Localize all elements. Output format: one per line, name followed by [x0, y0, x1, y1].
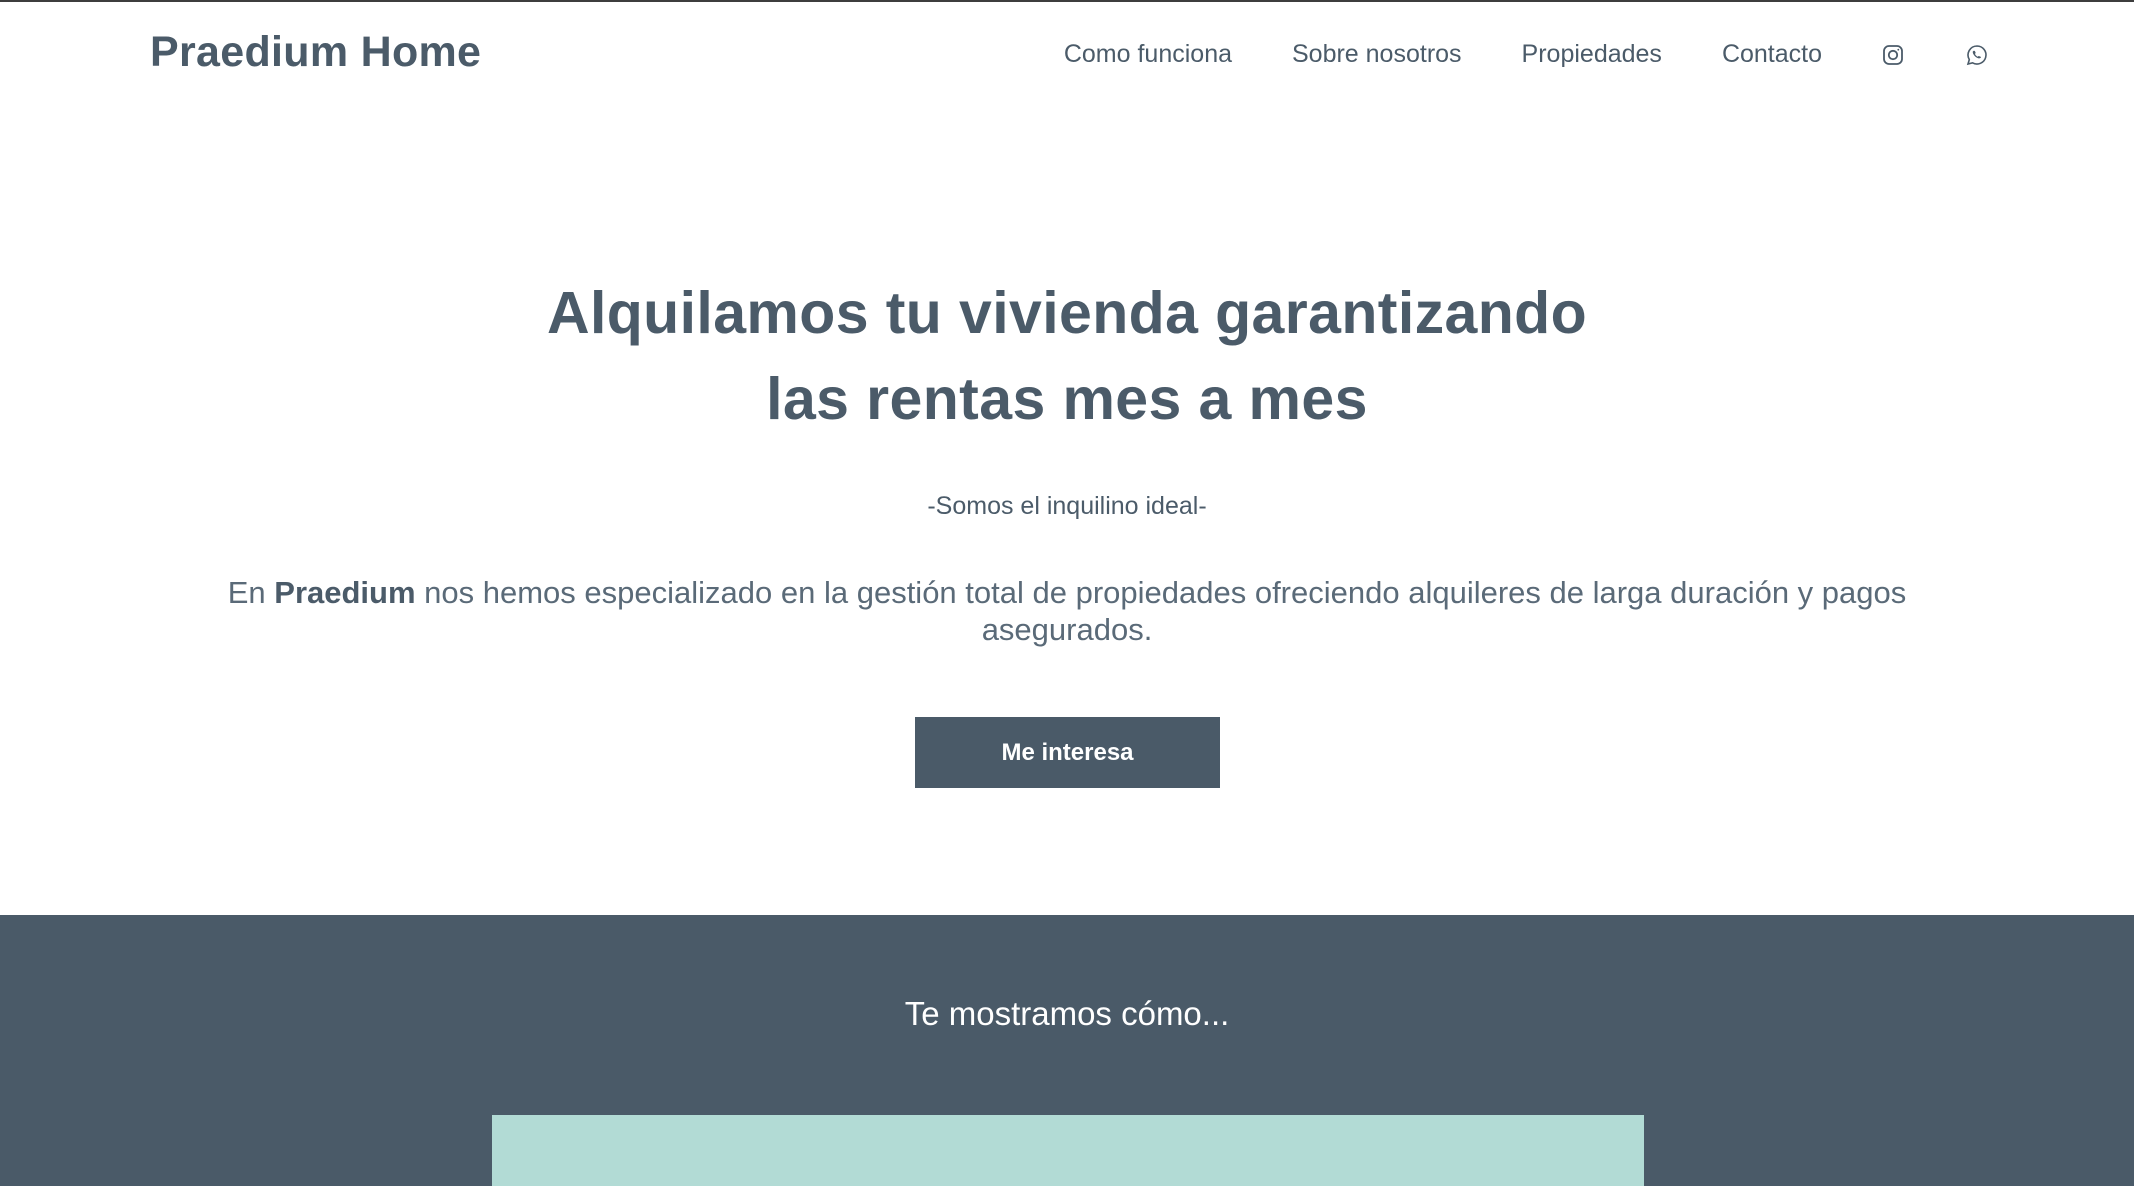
how-it-works-section: Te mostramos cómo... [0, 915, 2134, 1186]
desc-brand: Praedium [274, 575, 416, 610]
me-interesa-button[interactable]: Me interesa [915, 717, 1220, 788]
site-header: Praedium Home Como funciona Sobre nosotr… [0, 2, 2134, 112]
hero-title-line1: Alquilamos tu vivienda garantizando [546, 280, 1588, 346]
nav-como-funciona[interactable]: Como funciona [1064, 40, 1232, 69]
nav-contacto[interactable]: Contacto [1722, 40, 1822, 69]
section-heading: Te mostramos cómo... [904, 995, 1230, 1032]
instagram-icon[interactable] [1880, 42, 1906, 68]
whatsapp-icon[interactable] [1964, 42, 1990, 68]
hero-section: Alquilamos tu vivienda garantizando las … [0, 112, 2134, 915]
main-nav: Como funciona Sobre nosotros Propiedades… [1064, 40, 1990, 69]
nav-sobre-nosotros[interactable]: Sobre nosotros [1292, 40, 1462, 69]
desc-suffix: nos hemos especializado en la gestión to… [415, 575, 1907, 647]
hero-title: Alquilamos tu vivienda garantizando las … [0, 270, 2134, 442]
hero-title-line2: las rentas mes a mes [766, 366, 1368, 432]
teal-card [492, 1115, 1644, 1186]
hero-tagline: -Somos el inquilino ideal- [927, 492, 1207, 520]
hero-description: En Praedium nos hemos especializado en l… [170, 574, 1964, 648]
nav-propiedades[interactable]: Propiedades [1522, 40, 1662, 69]
desc-prefix: En [227, 575, 275, 610]
brand-logo[interactable]: Praedium Home [150, 28, 481, 77]
